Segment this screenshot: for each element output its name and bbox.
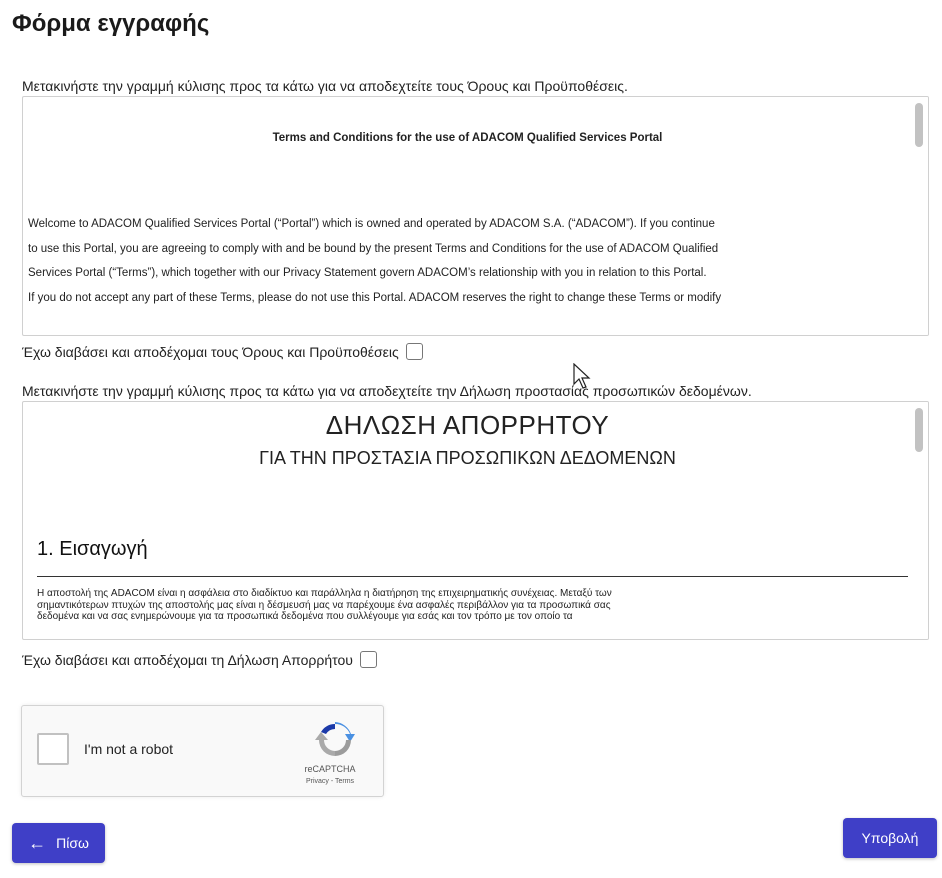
back-button[interactable]: ← Πίσω <box>12 823 105 863</box>
privacy-divider <box>37 576 908 577</box>
privacy-line: σημαντικότερων πτυχών της αποστολής μας … <box>37 599 611 611</box>
privacy-accept-row[interactable]: Έχω διαβάσει και αποδέχομαι τη Δήλωση Απ… <box>22 651 377 668</box>
recaptcha-links[interactable]: Privacy - Terms <box>290 778 370 785</box>
arrow-left-icon: ← <box>28 833 47 853</box>
privacy-line: Η αποστολή της ADACOM είναι η ασφάλεια σ… <box>37 588 612 599</box>
submit-button[interactable]: Υποβολή <box>843 818 937 858</box>
recaptcha-checkbox[interactable] <box>37 733 69 765</box>
submit-button-label: Υποβολή <box>861 830 919 846</box>
privacy-line: δεδομένα και να σας ενημερώνουμε για τα … <box>37 611 573 622</box>
terms-line: Welcome to ADACOM Qualified Services Por… <box>28 218 715 230</box>
terms-document-title: Terms and Conditions for the use of ADAC… <box>272 132 663 144</box>
terms-accept-label: Έχω διαβάσει και αποδέχομαι τους Όρους κ… <box>22 343 399 360</box>
terms-accept-row[interactable]: Έχω διαβάσει και αποδέχομαι τους Όρους κ… <box>22 343 423 360</box>
terms-line: If you do not accept any part of these T… <box>28 291 722 304</box>
terms-document-body: Welcome to ADACOM Qualified Services Por… <box>28 212 910 310</box>
page-title: Φόρμα εγγραφής <box>12 10 210 37</box>
privacy-subheading: ΓΙΑ ΤΗΝ ΠΡΟΣΤΑΣΙΑ ΠΡΟΣΩΠΙΚΩΝ ΔΕΔΟΜΕΝΩΝ <box>259 448 676 468</box>
registration-page: Φόρμα εγγραφής Μετακινήστε την γραμμή κύ… <box>0 0 942 878</box>
recaptcha-label: I'm not a robot <box>84 741 174 757</box>
recaptcha-widget: I'm not a robot reCAPTCHA Privacy - Term… <box>21 705 384 797</box>
privacy-body: Η αποστολή της ADACOM είναι η ασφάλεια σ… <box>37 588 908 623</box>
terms-instruction: Μετακινήστε την γραμμή κύλισης προς τα κ… <box>22 78 628 94</box>
privacy-accept-checkbox[interactable] <box>359 651 377 668</box>
privacy-instruction: Μετακινήστε την γραμμή κύλισης προς τα κ… <box>22 383 752 399</box>
privacy-section-title: 1. Εισαγωγή <box>37 538 148 560</box>
privacy-scroll-box[interactable]: ΔΗΛΩΣΗ ΑΠΟΡΡΗΤΟΥ ΓΙΑ ΤΗΝ ΠΡΟΣΤΑΣΙΑ ΠΡΟΣΩ… <box>22 401 929 640</box>
back-button-label: Πίσω <box>56 835 89 851</box>
terms-scrollbar[interactable] <box>912 97 928 335</box>
privacy-accept-label: Έχω διαβάσει και αποδέχομαι τη Δήλωση Απ… <box>22 651 353 668</box>
terms-line: to use this Portal, you are agreeing to … <box>28 242 719 255</box>
privacy-heading: ΔΗΛΩΣΗ ΑΠΟΡΡΗΤΟΥ <box>325 410 610 440</box>
terms-accept-checkbox[interactable] <box>405 343 423 360</box>
privacy-scrollbar[interactable] <box>912 402 928 639</box>
terms-scroll-box[interactable]: Terms and Conditions for the use of ADAC… <box>22 96 929 336</box>
privacy-scrollbar-thumb[interactable] <box>915 408 923 452</box>
terms-scrollbar-thumb[interactable] <box>915 103 923 147</box>
terms-line: Services Portal (“Terms”), which togethe… <box>28 267 707 279</box>
recaptcha-logo-icon <box>315 722 355 756</box>
recaptcha-brand: reCAPTCHA <box>304 764 356 774</box>
